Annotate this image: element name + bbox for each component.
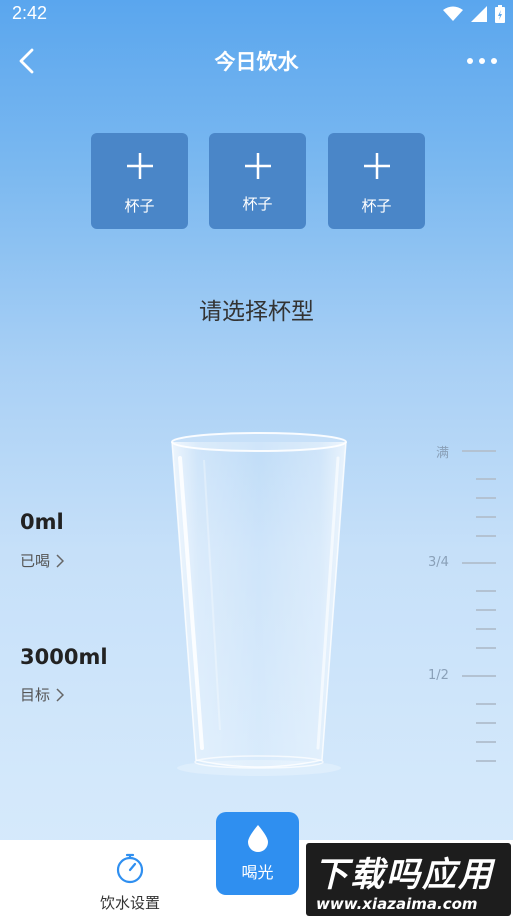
plus-icon: [127, 153, 153, 179]
wifi-icon: [443, 6, 463, 21]
drink-settings-label: 饮水设置: [99, 894, 160, 912]
scale-tick: [476, 647, 496, 649]
target-link[interactable]: 目标: [20, 684, 65, 705]
cup-label: 杯子: [361, 197, 392, 215]
target-amount: 3000ml: [20, 645, 108, 669]
scale-major-tick: [462, 450, 496, 452]
scale-tick: [476, 516, 496, 518]
stopwatch-icon: [116, 853, 144, 884]
chevron-right-icon: [56, 553, 65, 568]
plus-icon: [245, 153, 271, 179]
drink-settings-tab[interactable]: 饮水设置: [80, 848, 180, 914]
water-glass-illustration: [171, 432, 347, 776]
scale-tick: [476, 497, 496, 499]
chevron-right-icon: [56, 687, 65, 702]
water-drop-icon: [248, 825, 268, 852]
drink-all-button[interactable]: 喝光: [216, 812, 299, 895]
cell-signal-icon: [471, 6, 487, 22]
drink-all-label: 喝光: [241, 863, 274, 882]
drunk-label: 已喝: [20, 552, 51, 570]
battery-icon: [495, 5, 505, 23]
watermark-logo: 下载吗应用 www.xiazaima.com: [306, 843, 511, 916]
cup-option-3[interactable]: 杯子: [328, 133, 425, 229]
drunk-amount: 0ml: [20, 510, 64, 534]
watermark-url: www.xiazaima.com: [316, 895, 478, 913]
cup-option-2[interactable]: 杯子: [209, 133, 306, 229]
scale-tick: [476, 478, 496, 480]
scale-label-three-quarter: 3/4: [428, 555, 449, 570]
plus-icon: [364, 153, 390, 179]
scale-tick: [476, 628, 496, 630]
scale-tick: [476, 590, 496, 592]
scale-tick: [476, 722, 496, 724]
scale-major-tick: [462, 562, 496, 564]
scale-tick: [476, 703, 496, 705]
cup-label: 杯子: [124, 197, 155, 215]
fill-scale: 满 3/4 1/2: [420, 440, 500, 770]
select-cup-hint: 请选择杯型: [199, 299, 314, 325]
cup-label: 杯子: [242, 195, 273, 213]
watermark-text: 下载吗应用: [314, 855, 494, 895]
scale-label-half: 1/2: [428, 668, 449, 683]
scale-tick: [476, 535, 496, 537]
scale-tick: [476, 741, 496, 743]
page-title: 今日饮水: [214, 50, 299, 74]
drunk-link[interactable]: 已喝: [20, 550, 65, 571]
scale-label-full: 满: [436, 446, 450, 461]
target-label: 目标: [20, 686, 51, 704]
status-icons: [443, 5, 505, 23]
more-dots-icon: [467, 58, 497, 64]
scale-tick: [476, 609, 496, 611]
scale-major-tick: [462, 675, 496, 677]
more-button[interactable]: [463, 44, 501, 78]
header: 今日饮水: [0, 36, 513, 86]
scale-tick: [476, 760, 496, 762]
status-time: 2:42: [12, 3, 48, 23]
cup-selector: 杯子 杯子 杯子: [91, 133, 425, 229]
cup-option-1[interactable]: 杯子: [91, 133, 188, 229]
status-bar: 2:42: [0, 0, 513, 28]
